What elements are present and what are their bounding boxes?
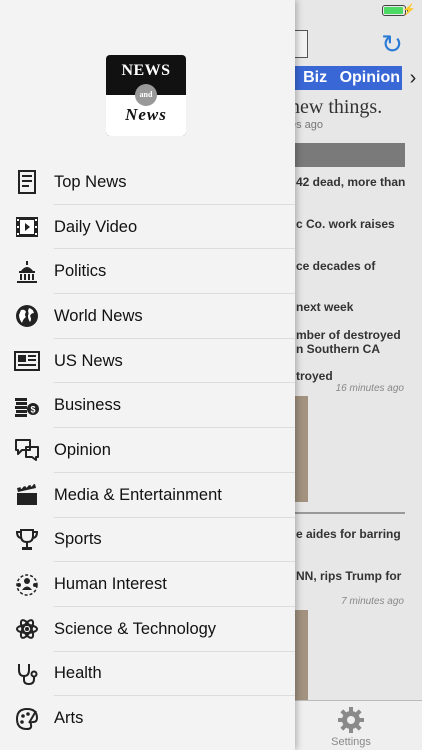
category-tab-bar[interactable]: S Biz Opinion [280, 66, 402, 90]
menu-item-business[interactable]: $ Business [0, 383, 295, 429]
menu-item-arts[interactable]: Arts [0, 696, 295, 741]
document-icon [14, 169, 40, 195]
atom-icon [14, 616, 40, 642]
menu-item-top-news[interactable]: Top News [0, 160, 295, 205]
menu-item-sports[interactable]: Sports [0, 518, 295, 563]
menu-item-label: Business [54, 396, 121, 415]
trophy-icon [14, 527, 40, 553]
logo-top-text: NEWS [121, 62, 171, 79]
story-title[interactable]: n Southern CA [296, 342, 380, 356]
menu-item-label: Top News [54, 172, 127, 191]
menu-item-label: US News [54, 351, 123, 370]
menu-item-health[interactable]: Health [0, 652, 295, 697]
palette-icon [14, 706, 40, 732]
app-logo: NEWS and News [106, 55, 186, 136]
menu-item-label: Science & Technology [54, 619, 217, 638]
clapperboard-icon [14, 482, 40, 508]
menu-item-politics[interactable]: Politics [0, 249, 295, 295]
story-title[interactable]: c Co. work raises [296, 217, 395, 231]
story-time: 7 minutes ago [341, 596, 404, 607]
settings-label[interactable]: Settings [320, 736, 382, 748]
chat-bubbles-icon [14, 437, 40, 463]
story-title[interactable]: mber of destroyed [296, 328, 401, 342]
story-title[interactable]: 42 dead, more than [296, 175, 405, 189]
story-title[interactable]: e aides for barring [296, 527, 401, 541]
globe-icon [14, 303, 40, 329]
newspaper-icon [14, 348, 40, 374]
stethoscope-icon [14, 661, 40, 687]
divider [294, 512, 405, 514]
refresh-icon[interactable]: ↻ [378, 30, 406, 58]
menu-item-world-news[interactable]: World News [0, 294, 295, 339]
story-title[interactable]: troyed [296, 369, 333, 383]
menu-item-label: Health [54, 664, 102, 683]
category-menu: Top News Daily Video Politics World News [0, 160, 295, 741]
story-photo[interactable] [294, 396, 308, 502]
menu-item-label: World News [54, 306, 143, 325]
tab-biz[interactable]: Biz [303, 69, 327, 86]
menu-item-label: Opinion [54, 440, 111, 459]
menu-item-opinion[interactable]: Opinion [0, 428, 295, 473]
menu-item-us-news[interactable]: US News [0, 339, 295, 384]
story-photo[interactable] [294, 610, 308, 700]
charging-icon: ⚡ [402, 4, 416, 16]
logo-bottom-text: News [125, 105, 167, 124]
gear-icon[interactable] [336, 705, 366, 735]
capitol-icon [14, 259, 40, 285]
menu-item-media-entertainment[interactable]: Media & Entertainment [0, 473, 295, 518]
top-headline[interactable]: new things. [290, 96, 382, 119]
coins-icon: $ [14, 393, 40, 419]
menu-item-label: Arts [54, 709, 84, 728]
story-title[interactable]: next week [296, 300, 353, 314]
people-icon [14, 572, 40, 598]
logo-and-text: and [135, 84, 157, 106]
menu-item-daily-video[interactable]: Daily Video [0, 205, 295, 250]
tab-scroll-right-icon[interactable]: › [404, 66, 422, 90]
menu-item-label: Human Interest [54, 575, 167, 594]
section-header-bar [294, 143, 405, 167]
story-time: 16 minutes ago [335, 383, 404, 394]
side-menu-drawer: NEWS and News Top News Daily Video Polit… [0, 0, 295, 750]
tab-opinion[interactable]: Opinion [340, 69, 400, 86]
menu-item-label: Daily Video [54, 217, 138, 236]
menu-item-label: Media & Entertainment [54, 485, 222, 504]
menu-item-label: Politics [54, 262, 107, 281]
menu-item-science-technology[interactable]: Science & Technology [0, 607, 295, 652]
svg-text:$: $ [30, 404, 35, 414]
story-title[interactable]: NN, rips Trump for [296, 569, 401, 583]
story-title[interactable]: ce decades of [296, 259, 375, 273]
video-icon [14, 214, 40, 240]
menu-item-label: Sports [54, 530, 102, 549]
menu-item-human-interest[interactable]: Human Interest [0, 562, 295, 607]
